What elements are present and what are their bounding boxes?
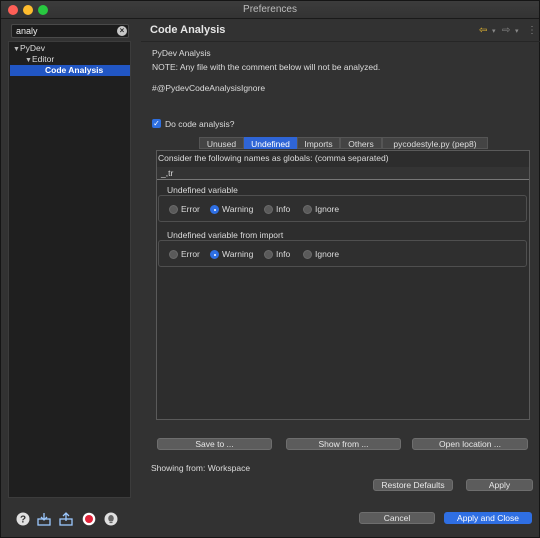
radio-label: Info [276, 204, 291, 214]
show-from-button[interactable]: Show from ... [286, 438, 401, 450]
cancel-button[interactable]: Cancel [359, 512, 435, 524]
restore-defaults-button[interactable]: Restore Defaults [373, 479, 453, 491]
section-title: PyDev Analysis [152, 48, 211, 58]
tree-item-code-analysis[interactable]: Code Analysis [10, 65, 130, 76]
globals-input[interactable]: _,tr [157, 167, 529, 180]
minimize-window-button[interactable] [23, 5, 33, 15]
open-location-button[interactable]: Open location ... [412, 438, 528, 450]
filter-input[interactable] [12, 25, 128, 37]
back-arrow-icon[interactable]: ⇦ [479, 25, 487, 36]
apply-and-close-button[interactable]: Apply and Close [444, 512, 532, 524]
expand-triangle-icon[interactable]: ▼ [13, 44, 20, 55]
radio-label: Info [276, 249, 291, 259]
globals-label: Consider the following names as globals:… [158, 153, 389, 163]
tab-others[interactable]: Others [340, 137, 382, 149]
save-to-button[interactable]: Save to ... [157, 438, 272, 450]
preference-tree: ▼PyDev ▼Editor Code Analysis [8, 41, 131, 498]
view-menu-icon[interactable]: ⋮ [527, 25, 537, 36]
filter-field[interactable]: × [11, 24, 129, 38]
radio-label: Error [181, 204, 200, 214]
tree-item-label: Code Analysis [45, 65, 104, 75]
tree-item-pydev[interactable]: ▼PyDev [13, 43, 123, 54]
radio-label: Error [181, 249, 200, 259]
note-text: NOTE: Any file with the comment below wi… [152, 62, 381, 72]
group-title-undefined-variable: Undefined variable [167, 185, 238, 195]
clear-filter-icon[interactable]: × [117, 26, 127, 36]
back-dropdown-icon[interactable]: ▾ [492, 27, 496, 35]
radio-ignore[interactable] [303, 205, 312, 214]
do-code-analysis-checkbox[interactable]: ✓ [152, 119, 161, 128]
preferences-window: Preferences × ▼PyDev ▼Editor Code Analys… [0, 0, 540, 538]
group-title-undefined-variable-from-import: Undefined variable from import [167, 230, 284, 240]
undefined-variable-from-import-group: Error Warning Info Ignore [158, 240, 527, 267]
header-divider [141, 41, 540, 42]
close-window-button[interactable] [8, 5, 18, 15]
tab-unused[interactable]: Unused [199, 137, 244, 149]
radio-label: Warning [222, 204, 254, 214]
radio-warning[interactable] [210, 250, 219, 259]
tree-item-editor[interactable]: ▼Editor [25, 54, 123, 65]
page-title: Code Analysis [150, 24, 226, 36]
forward-arrow-icon[interactable]: ⇨ [502, 25, 510, 36]
title-bar: Preferences [1, 1, 539, 19]
export-icon[interactable] [59, 512, 73, 526]
radio-info[interactable] [264, 250, 273, 259]
radio-error[interactable] [169, 205, 178, 214]
showing-from-text: Showing from: Workspace [151, 463, 251, 473]
lightbulb-icon[interactable] [104, 512, 118, 526]
record-icon[interactable] [82, 512, 96, 526]
do-code-analysis-label: Do code analysis? [165, 119, 235, 129]
help-icon[interactable]: ? [16, 512, 30, 526]
undefined-variable-group: Error Warning Info Ignore [158, 195, 527, 222]
tab-pycodestyle[interactable]: pycodestyle.py (pep8) [382, 137, 488, 149]
radio-ignore[interactable] [303, 250, 312, 259]
tree-item-label: PyDev [20, 43, 46, 53]
window-title: Preferences [243, 4, 297, 15]
apply-button[interactable]: Apply [466, 479, 533, 491]
radio-label: Ignore [315, 249, 340, 259]
tree-item-label: Editor [32, 54, 55, 64]
radio-error[interactable] [169, 250, 178, 259]
ignore-comment-text: #@PydevCodeAnalysisIgnore [152, 83, 266, 93]
tab-imports[interactable]: Imports [297, 137, 340, 149]
tab-undefined[interactable]: Undefined [244, 137, 297, 149]
radio-warning[interactable] [210, 205, 219, 214]
radio-label: Ignore [315, 204, 340, 214]
radio-label: Warning [222, 249, 254, 259]
radio-info[interactable] [264, 205, 273, 214]
preference-page: Code Analysis ⇦ ▾ ⇨ ▾ ⋮ PyDev Analysis N… [141, 19, 540, 538]
zoom-window-button[interactable] [38, 5, 48, 15]
import-icon[interactable] [37, 512, 51, 526]
svg-text:?: ? [20, 515, 26, 526]
forward-dropdown-icon[interactable]: ▾ [515, 27, 519, 35]
